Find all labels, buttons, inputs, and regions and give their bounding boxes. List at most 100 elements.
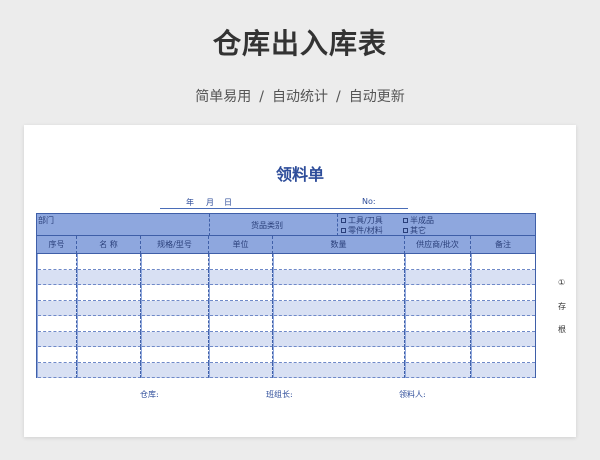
table-cell[interactable] bbox=[210, 269, 273, 285]
stub-label-gen: 根 bbox=[558, 325, 566, 334]
table-cell[interactable] bbox=[406, 285, 471, 301]
table-cell[interactable] bbox=[274, 254, 405, 270]
table-cell[interactable] bbox=[472, 362, 535, 378]
page-subtitle: 简单易用 / 自动统计 / 自动更新 bbox=[0, 86, 600, 106]
table-cell[interactable] bbox=[38, 331, 77, 347]
table-cell[interactable] bbox=[142, 362, 209, 378]
checkbox-icon[interactable] bbox=[341, 228, 346, 233]
table-cell[interactable] bbox=[406, 331, 471, 347]
table-cell[interactable] bbox=[210, 316, 273, 332]
column-divider bbox=[209, 214, 210, 236]
table-cell[interactable] bbox=[78, 316, 141, 332]
table-cell[interactable] bbox=[472, 300, 535, 316]
checkbox-icon[interactable] bbox=[341, 218, 346, 223]
category-option-other[interactable]: 其它 bbox=[403, 225, 426, 236]
table-cell[interactable] bbox=[472, 331, 535, 347]
page-title: 仓库出入库表 bbox=[212, 27, 387, 60]
table-cell[interactable] bbox=[472, 285, 535, 301]
table-cell[interactable] bbox=[274, 300, 405, 316]
table-cell[interactable] bbox=[210, 331, 273, 347]
table-row bbox=[37, 316, 535, 332]
table-cell[interactable] bbox=[78, 269, 141, 285]
column-header-remarks: 备注 bbox=[495, 240, 511, 249]
table-cell[interactable] bbox=[406, 254, 471, 270]
column-header-row: 序号 名 称 规格/型号 单位 数量 供应商/批次 备注 bbox=[37, 236, 535, 254]
table-cell[interactable] bbox=[406, 316, 471, 332]
table-row bbox=[37, 300, 535, 316]
table-cell[interactable] bbox=[38, 362, 77, 378]
table-cell[interactable] bbox=[406, 269, 471, 285]
column-divider bbox=[337, 214, 338, 236]
table-row bbox=[37, 269, 535, 285]
table-cell[interactable] bbox=[78, 254, 141, 270]
team-leader-signature-label: 班组长: bbox=[266, 390, 293, 399]
table-cell[interactable] bbox=[274, 285, 405, 301]
table-row bbox=[37, 362, 535, 378]
table-cell[interactable] bbox=[210, 285, 273, 301]
column-header-spec: 规格/型号 bbox=[141, 236, 209, 254]
table-cell[interactable] bbox=[472, 269, 535, 285]
date-year-label: 年 bbox=[186, 198, 194, 207]
column-header-quantity: 数量 bbox=[273, 236, 405, 254]
table-cell[interactable] bbox=[406, 300, 471, 316]
form-title: 领料单 bbox=[275, 165, 324, 184]
table-cell[interactable] bbox=[210, 300, 273, 316]
number-label: No: bbox=[362, 197, 376, 206]
requisition-table: 部门 货品类别 工具/刀具 半成品 零件/材料 其它 序号 名 称 规格/型号 … bbox=[36, 213, 536, 378]
column-header-name: 名 称 bbox=[77, 236, 141, 254]
table-cell[interactable] bbox=[78, 347, 141, 363]
checkbox-icon[interactable] bbox=[403, 218, 408, 223]
table-cell[interactable] bbox=[142, 331, 209, 347]
goods-category-label: 货品类别 bbox=[251, 221, 283, 230]
table-cell[interactable] bbox=[78, 362, 141, 378]
table-cell[interactable] bbox=[210, 254, 273, 270]
table-body bbox=[37, 254, 535, 378]
table-cell[interactable] bbox=[38, 285, 77, 301]
department-label: 部门 bbox=[38, 216, 54, 225]
table-cell[interactable] bbox=[210, 362, 273, 378]
table-cell[interactable] bbox=[472, 316, 535, 332]
date-line: 年 月 日 No: bbox=[160, 197, 408, 209]
table-cell[interactable] bbox=[38, 347, 77, 363]
column-header-index: 序号 bbox=[37, 236, 77, 254]
table-cell[interactable] bbox=[274, 362, 405, 378]
table-cell[interactable] bbox=[38, 269, 77, 285]
table-cell[interactable] bbox=[142, 347, 209, 363]
table-cell[interactable] bbox=[78, 331, 141, 347]
table-cell[interactable] bbox=[142, 285, 209, 301]
table-cell[interactable] bbox=[472, 347, 535, 363]
table-cell[interactable] bbox=[38, 316, 77, 332]
table-cell[interactable] bbox=[274, 331, 405, 347]
table-cell[interactable] bbox=[38, 300, 77, 316]
category-header-row: 部门 货品类别 工具/刀具 半成品 零件/材料 其它 bbox=[37, 214, 535, 236]
table-cell[interactable] bbox=[210, 347, 273, 363]
column-header-supplier: 供应商/批次 bbox=[405, 236, 471, 254]
stub-label-cun: 存 bbox=[558, 302, 566, 311]
subtitle-item: 简单易用 bbox=[195, 89, 252, 105]
receiver-signature-label: 领料人: bbox=[399, 390, 426, 399]
table-cell[interactable] bbox=[142, 316, 209, 332]
table-cell[interactable] bbox=[142, 300, 209, 316]
subtitle-item: 自动统计 bbox=[272, 89, 328, 105]
date-month-label: 月 bbox=[206, 198, 214, 207]
table-cell[interactable] bbox=[472, 254, 535, 270]
table-cell[interactable] bbox=[274, 316, 405, 332]
table-cell[interactable] bbox=[274, 347, 405, 363]
checkbox-icon[interactable] bbox=[403, 228, 408, 233]
category-option-parts[interactable]: 零件/材料 bbox=[341, 225, 383, 236]
table-row bbox=[37, 254, 535, 270]
table-cell[interactable] bbox=[78, 285, 141, 301]
subtitle-separator: / bbox=[336, 89, 341, 105]
table-cell[interactable] bbox=[38, 254, 77, 270]
table-cell[interactable] bbox=[142, 269, 209, 285]
table-cell[interactable] bbox=[78, 300, 141, 316]
stub-marker: ① bbox=[558, 278, 566, 287]
table-row bbox=[37, 331, 535, 347]
table-cell[interactable] bbox=[274, 269, 405, 285]
table-cell[interactable] bbox=[406, 347, 471, 363]
table-cell[interactable] bbox=[406, 362, 471, 378]
table-cell[interactable] bbox=[142, 254, 209, 270]
date-day-label: 日 bbox=[224, 198, 232, 207]
subtitle-item: 自动更新 bbox=[348, 89, 405, 105]
form-sheet: 领料单 年 月 日 No: 部门 货品类别 工具/刀具 半成品 零件/材料 其它… bbox=[24, 125, 576, 437]
